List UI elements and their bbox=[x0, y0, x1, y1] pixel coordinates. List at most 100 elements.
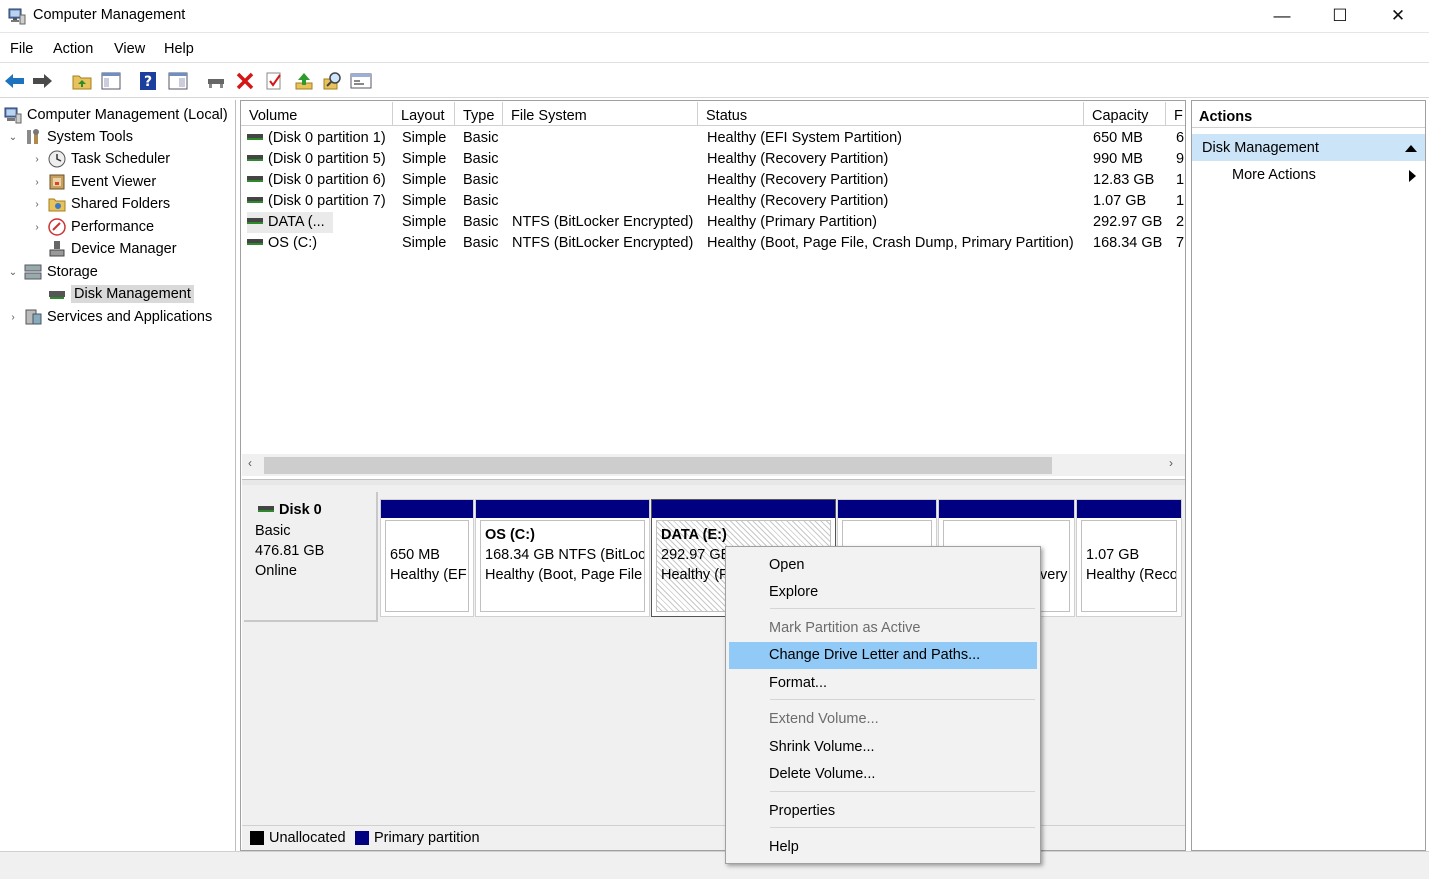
column-header-volume[interactable]: Volume bbox=[241, 102, 393, 126]
show-hide-console-tree-icon bbox=[101, 72, 121, 90]
type-cell: Basic bbox=[463, 172, 499, 188]
menu-action[interactable]: Action bbox=[53, 41, 93, 57]
status-cell: Healthy (Recovery Partition) bbox=[707, 193, 889, 209]
connect-drive-button[interactable] bbox=[205, 70, 227, 92]
volume-row[interactable]: (Disk 0 partition 6) Simple Basic Health… bbox=[241, 170, 1185, 191]
chevron-down-icon[interactable]: ⌄ bbox=[6, 132, 20, 143]
volume-icon bbox=[247, 238, 263, 245]
tree-label-services: Services and Applications bbox=[47, 309, 213, 325]
tree-node-task-scheduler[interactable]: › Task Scheduler bbox=[30, 148, 170, 170]
scroll-left-icon[interactable]: ‹ bbox=[248, 456, 252, 470]
more-actions-link[interactable]: More Actions bbox=[1232, 167, 1316, 183]
partition-body: 650 MB Healthy (EF bbox=[385, 520, 469, 612]
column-header-layout[interactable]: Layout bbox=[393, 102, 455, 126]
column-header-type[interactable]: Type bbox=[455, 102, 503, 126]
column-header-file-system[interactable]: File System bbox=[503, 102, 698, 126]
delete-button[interactable] bbox=[234, 70, 256, 92]
capacity-cell: 12.83 GB bbox=[1093, 172, 1155, 188]
free-cell: 1 bbox=[1176, 193, 1185, 209]
tree-node-disk-management[interactable]: Disk Management bbox=[48, 283, 194, 305]
menu-item-format[interactable]: Format... bbox=[729, 670, 1037, 697]
status-cell: Healthy (Boot, Page File, Crash Dump, Pr… bbox=[707, 235, 1074, 251]
menu-file[interactable]: File bbox=[10, 41, 33, 57]
tree-node-root[interactable]: Computer Management (Local) bbox=[4, 104, 228, 126]
partition-bar bbox=[939, 500, 1074, 518]
tree-node-event-viewer[interactable]: › Event Viewer bbox=[30, 171, 156, 193]
help-button[interactable]: ? bbox=[137, 70, 159, 92]
legend-unallocated: Unallocated bbox=[269, 830, 346, 846]
tree-node-shared-folders[interactable]: › Shared Folders bbox=[30, 193, 170, 215]
task-scheduler-icon bbox=[48, 150, 66, 168]
window-title: Computer Management bbox=[33, 7, 186, 23]
menu-item-change-drive-letter[interactable]: Change Drive Letter and Paths... bbox=[729, 642, 1037, 669]
volume-name: (Disk 0 partition 7) bbox=[268, 193, 386, 209]
partition-bar bbox=[652, 500, 835, 518]
up-level-button[interactable] bbox=[293, 70, 315, 92]
forward-button[interactable] bbox=[31, 70, 53, 92]
partition-block[interactable]: 1.07 GB Healthy (Reco bbox=[1076, 499, 1182, 617]
disk-info-block[interactable]: Disk 0 Basic 476.81 GB Online bbox=[244, 492, 378, 622]
column-header-free[interactable]: F bbox=[1166, 102, 1185, 126]
partition-bar bbox=[838, 500, 936, 518]
new-window-button[interactable] bbox=[350, 70, 372, 92]
menu-help[interactable]: Help bbox=[164, 41, 194, 57]
more-actions-label: More Actions bbox=[1232, 167, 1316, 183]
volume-row[interactable]: (Disk 0 partition 5) Simple Basic Health… bbox=[241, 149, 1185, 170]
system-tools-icon bbox=[27, 129, 39, 144]
menu-separator bbox=[770, 827, 1035, 828]
layout-cell: Simple bbox=[402, 151, 447, 167]
collapse-up-icon[interactable] bbox=[1405, 144, 1417, 152]
partition-block[interactable]: OS (C:) 168.34 GB NTFS (BitLoc Healthy (… bbox=[475, 499, 650, 617]
actions-section-disk-management[interactable]: Disk Management bbox=[1192, 134, 1425, 161]
up-folder-button[interactable] bbox=[71, 70, 93, 92]
disk-name: Disk 0 bbox=[279, 502, 322, 518]
chevron-right-icon[interactable]: › bbox=[30, 177, 44, 188]
menu-item-help[interactable]: Help bbox=[729, 834, 1037, 861]
volume-row[interactable]: OS (C:) Simple Basic NTFS (BitLocker Enc… bbox=[241, 233, 1185, 254]
menu-item-explore[interactable]: Explore bbox=[729, 579, 1037, 606]
menu-item-properties[interactable]: Properties bbox=[729, 798, 1037, 825]
tree-node-services[interactable]: › Services and Applications bbox=[6, 306, 212, 328]
menu-item-open[interactable]: Open bbox=[729, 552, 1037, 579]
close-button[interactable]: ✕ bbox=[1369, 0, 1427, 32]
menu-view[interactable]: View bbox=[114, 41, 145, 57]
properties-view-button[interactable] bbox=[167, 70, 189, 92]
chevron-down-icon[interactable]: ⌄ bbox=[6, 267, 20, 278]
legend-bar: Unallocated Primary partition bbox=[242, 825, 1185, 850]
check-properties-button[interactable] bbox=[263, 70, 285, 92]
volume-row[interactable]: DATA (... Simple Basic NTFS (BitLocker E… bbox=[241, 212, 1185, 233]
volume-row[interactable]: (Disk 0 partition 7) Simple Basic Health… bbox=[241, 191, 1185, 212]
back-button[interactable] bbox=[4, 70, 26, 92]
chevron-right-icon[interactable]: › bbox=[6, 312, 20, 323]
connect-drive-icon bbox=[208, 79, 224, 88]
column-header-status[interactable]: Status bbox=[698, 102, 1084, 126]
tree-node-device-manager[interactable]: Device Manager bbox=[48, 238, 177, 260]
menu-item-shrink-volume[interactable]: Shrink Volume... bbox=[729, 734, 1037, 761]
scroll-right-icon[interactable]: › bbox=[1169, 456, 1173, 470]
volume-row[interactable]: (Disk 0 partition 1) Simple Basic Health… bbox=[241, 128, 1185, 149]
volume-name: DATA (... bbox=[268, 214, 325, 230]
chevron-right-icon[interactable]: › bbox=[30, 222, 44, 233]
volume-icon bbox=[247, 133, 263, 140]
column-header-capacity[interactable]: Capacity bbox=[1084, 102, 1166, 126]
maximize-button[interactable]: ☐ bbox=[1311, 0, 1369, 32]
menu-item-delete-volume[interactable]: Delete Volume... bbox=[729, 761, 1037, 788]
tree-node-performance[interactable]: › Performance bbox=[30, 216, 154, 238]
tree-node-storage[interactable]: ⌄ Storage bbox=[6, 261, 98, 283]
search-button[interactable] bbox=[322, 70, 344, 92]
horizontal-scrollbar[interactable]: ‹ › bbox=[242, 454, 1185, 476]
tree-node-system-tools[interactable]: ⌄ System Tools bbox=[6, 126, 133, 148]
partition-title: OS (C:) bbox=[485, 527, 535, 543]
chevron-right-icon[interactable]: › bbox=[30, 199, 44, 210]
partition-block[interactable]: 650 MB Healthy (EF bbox=[380, 499, 474, 617]
scrollbar-thumb[interactable] bbox=[264, 457, 1052, 474]
chevron-right-icon[interactable]: › bbox=[30, 154, 44, 165]
show-hide-tree-button[interactable] bbox=[100, 70, 122, 92]
layout-cell: Simple bbox=[402, 130, 447, 146]
forward-arrow-icon bbox=[33, 74, 52, 88]
volume-name: (Disk 0 partition 1) bbox=[268, 130, 386, 146]
services-icon bbox=[25, 309, 42, 325]
menu-separator bbox=[770, 699, 1035, 700]
minimize-button[interactable]: — bbox=[1253, 0, 1311, 32]
title-bar: Computer Management — ☐ ✕ bbox=[0, 0, 1429, 33]
